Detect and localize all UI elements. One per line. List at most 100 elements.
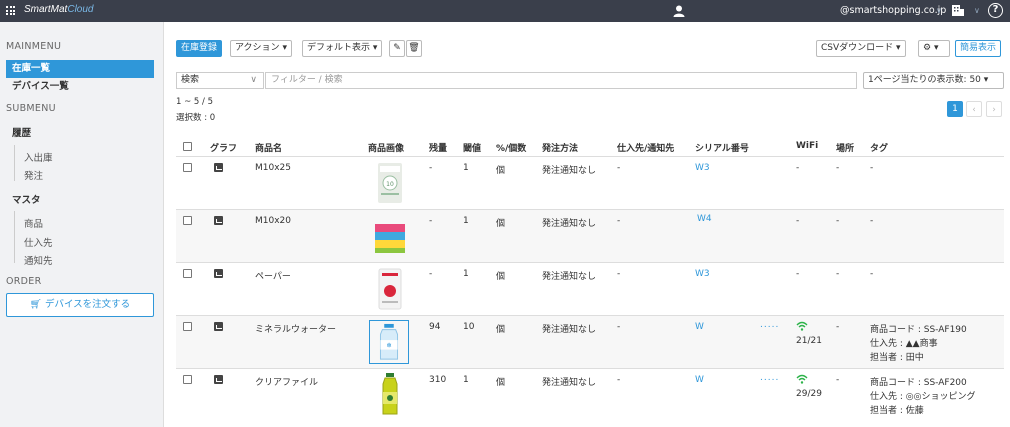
sidebar-item-suppliers[interactable]: 仕入先 [24, 235, 53, 249]
user-icon[interactable] [672, 4, 686, 18]
row-checkbox[interactable] [183, 269, 192, 278]
col-tag[interactable]: タグ [870, 141, 888, 154]
chevron-down-icon[interactable]: ∨ [936, 6, 942, 15]
building-icon[interactable] [951, 3, 965, 17]
product-image-bag[interactable]: 10 [370, 161, 410, 205]
per-page-select[interactable]: 1ページ当たりの表示数: 50 ▾ [863, 72, 1004, 89]
col-wifi[interactable]: WiFi [796, 141, 818, 151]
wifi-count: 29/29 [796, 389, 822, 399]
col-product-name[interactable]: 商品名 [255, 141, 282, 154]
supplier-value: - [617, 322, 621, 332]
sidebar-item-stock-io[interactable]: 入出庫 [24, 150, 53, 164]
filter-search-input[interactable]: フィルター / 検索 [265, 72, 857, 89]
serial-more-dots[interactable]: ..... [760, 373, 779, 383]
col-unit[interactable]: %/個数 [496, 141, 526, 154]
select-all-checkbox[interactable] [183, 142, 192, 151]
col-supplier[interactable]: 仕入先/通知先 [617, 141, 674, 154]
row-checkbox[interactable] [183, 163, 192, 172]
order-heading: ORDER [6, 276, 42, 287]
sidebar-item-orders[interactable]: 発注 [24, 168, 43, 182]
chart-icon[interactable] [214, 216, 223, 225]
col-remaining[interactable]: 残量 [429, 141, 447, 154]
product-image-bottle[interactable] [370, 372, 410, 416]
serial-more-dots[interactable]: ..... [760, 320, 779, 330]
edit-view-button[interactable]: ✎ [389, 40, 405, 57]
chevron-right-icon: › [992, 105, 996, 115]
default-view-label: デフォルト表示 [307, 43, 371, 53]
settings-dropdown[interactable]: ⚙ ▾ [918, 40, 950, 57]
simple-view-button[interactable]: 簡易表示 [955, 40, 1002, 57]
order-method-value: 発注通知なし [542, 325, 597, 335]
product-image-water[interactable]: ❄ [369, 320, 409, 364]
order-device-button[interactable]: 🛒︎ デバイスを注文する [6, 293, 154, 317]
sidebar-item-inventory[interactable]: 在庫一覧 [6, 60, 154, 78]
sidebar-item-devices[interactable]: デバイス一覧 [6, 78, 154, 96]
tag-value: - [870, 269, 874, 279]
unit-value: 個 [496, 378, 506, 388]
csv-download-dropdown[interactable]: CSVダウンロード ▾ [816, 40, 906, 57]
tag-person: 担当者 : 田中 [870, 353, 924, 363]
prev-page-button[interactable]: ‹ [966, 101, 982, 117]
product-name: M10x20 [255, 216, 291, 226]
delete-view-button[interactable]: 🗑︎ [406, 40, 422, 57]
chart-icon[interactable] [214, 269, 223, 278]
serial-link[interactable]: W [695, 322, 704, 332]
mainmenu-heading: MAINMENU [6, 41, 62, 52]
action-label: アクション [235, 43, 280, 53]
tag-product-code: 商品コード : SS-AF190 [870, 325, 967, 335]
caret-down-icon: ▾ [896, 43, 901, 53]
place-value: - [836, 322, 840, 332]
app-logo[interactable]: SmartMatCloud [24, 4, 93, 15]
col-threshold[interactable]: 閾値 [463, 141, 481, 154]
master-group-label: マスタ [12, 195, 41, 206]
history-group-label: 履歴 [12, 128, 32, 139]
supplier-value: - [617, 163, 621, 173]
order-button-label: デバイスを注文する [44, 299, 131, 310]
col-graph: グラフ [210, 144, 238, 154]
row-checkbox[interactable] [183, 216, 192, 225]
col-product-image: 商品画像 [368, 144, 405, 154]
sidebar-item-notify[interactable]: 通知先 [24, 253, 53, 267]
chevron-down-icon[interactable]: ∨ [974, 6, 980, 15]
chart-icon[interactable] [214, 375, 223, 384]
caret-down-icon: ▾ [983, 75, 989, 85]
serial-link[interactable]: W3 [695, 269, 710, 279]
serial-link[interactable]: W4 [697, 214, 712, 224]
trash-icon: 🗑︎ [408, 43, 420, 53]
place-value: - [836, 216, 840, 226]
product-image-box[interactable] [370, 214, 410, 258]
col-order-method[interactable]: 発注方法 [542, 141, 578, 154]
place-value: - [836, 269, 840, 279]
master-divider [14, 211, 15, 263]
chart-icon[interactable] [214, 322, 223, 331]
help-icon[interactable]: ? [988, 3, 1003, 18]
product-name: M10x25 [255, 163, 291, 173]
account-email[interactable]: @smartshopping.co.jp [840, 5, 946, 16]
next-page-button[interactable]: › [986, 101, 1002, 117]
row-checkbox[interactable] [183, 322, 192, 331]
serial-link[interactable]: W3 [695, 163, 710, 173]
register-stock-button[interactable]: 在庫登録 [176, 40, 223, 57]
apps-grid-icon[interactable] [6, 6, 15, 15]
supplier-value: - [617, 375, 621, 385]
place-value: - [836, 375, 840, 385]
search-type-select[interactable]: 検索 ∨ [176, 72, 264, 89]
threshold-value: 1 [463, 269, 469, 279]
product-image-paper[interactable] [370, 267, 410, 311]
chart-icon[interactable] [214, 163, 223, 172]
serial-link[interactable]: W [695, 375, 704, 385]
page-current-button[interactable]: 1 [947, 101, 963, 117]
col-place[interactable]: 場所 [836, 141, 854, 154]
row-checkbox[interactable] [183, 375, 192, 384]
top-bar: SmartMatCloud @smartshopping.co.jp ∨ ∨ ? [0, 0, 1010, 22]
sidebar-item-products[interactable]: 商品 [24, 216, 43, 230]
remaining-value: 94 [429, 322, 441, 332]
default-view-dropdown[interactable]: デフォルト表示 ▾ [302, 40, 383, 57]
chevron-down-icon: ∨ [250, 75, 257, 85]
col-serial[interactable]: シリアル番号 [695, 141, 749, 154]
product-name: ミネラルウォーター [255, 325, 337, 335]
remaining-value: - [429, 163, 433, 173]
tag-product-code: 商品コード : SS-AF200 [870, 378, 967, 388]
tag-value: - [870, 163, 874, 173]
action-dropdown[interactable]: アクション ▾ [230, 40, 292, 57]
